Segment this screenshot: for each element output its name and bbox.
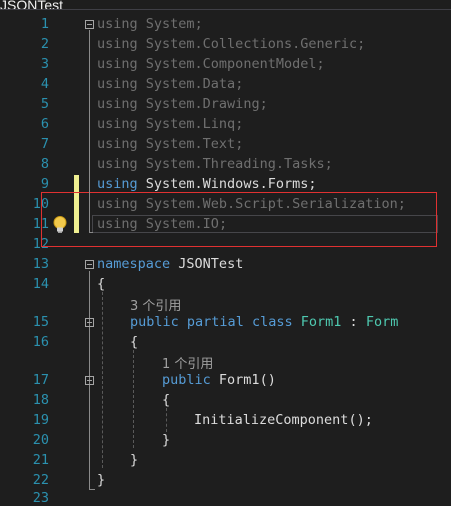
document-tab[interactable]: JSONTest xyxy=(0,0,90,9)
outline-bar xyxy=(89,387,90,445)
indent-guide xyxy=(133,350,134,448)
code-line-3[interactable]: using System.ComponentModel; xyxy=(97,56,325,72)
line-number: 21 xyxy=(32,452,49,468)
line-number: 5 xyxy=(40,96,49,112)
line-number: 22 xyxy=(32,472,49,488)
code-line-2[interactable]: using System.Collections.Generic; xyxy=(97,36,365,52)
indent-guide xyxy=(102,292,103,468)
code-line-13[interactable]: namespace JSONTest xyxy=(97,256,243,272)
line-number: 16 xyxy=(32,334,49,350)
code-line-17[interactable]: public Form1() xyxy=(162,372,276,388)
code-line-1[interactable]: using System; xyxy=(97,16,203,32)
line-number: 14 xyxy=(32,276,49,292)
line-number: 9 xyxy=(40,176,49,192)
code-line-8[interactable]: using System.Threading.Tasks; xyxy=(97,156,333,172)
line-number: 20 xyxy=(32,432,49,448)
line-number: 4 xyxy=(40,76,49,92)
line-number: 2 xyxy=(40,36,49,52)
collapse-toggle[interactable] xyxy=(85,376,94,385)
code-line-11[interactable]: using System.IO; xyxy=(97,216,227,232)
line-number: 8 xyxy=(40,156,49,172)
line-number: 3 xyxy=(40,56,49,72)
collapse-toggle[interactable] xyxy=(85,20,94,29)
code-line-19[interactable]: InitializeComponent(); xyxy=(194,412,373,428)
line-number: 1 xyxy=(40,16,49,32)
code-line-9[interactable]: using System.Windows.Forms; xyxy=(97,176,316,192)
line-number: 18 xyxy=(32,392,49,408)
line-number: 19 xyxy=(32,412,49,428)
code-line-18[interactable]: { xyxy=(162,392,170,408)
outline-bar-end xyxy=(89,232,93,233)
code-line-22[interactable]: } xyxy=(97,472,105,488)
line-number: 23 xyxy=(32,490,49,506)
code-line-20[interactable]: } xyxy=(162,432,170,448)
code-line-7[interactable]: using System.Text; xyxy=(97,136,243,152)
codelens-references[interactable]: 3 个引用 xyxy=(130,295,181,314)
collapse-toggle[interactable] xyxy=(85,260,94,269)
line-number: 17 xyxy=(32,372,49,388)
line-number: 7 xyxy=(40,136,49,152)
code-line-6[interactable]: using System.Linq; xyxy=(97,116,243,132)
outline-bar xyxy=(89,30,90,232)
line-number: 6 xyxy=(40,116,49,132)
collapse-toggle[interactable] xyxy=(85,318,94,327)
code-line-16[interactable]: { xyxy=(130,334,138,350)
line-number: 15 xyxy=(32,314,49,330)
code-line-10[interactable]: using System.Web.Script.Serialization; xyxy=(97,196,406,212)
line-number: 13 xyxy=(32,256,49,272)
code-line-5[interactable]: using System.Drawing; xyxy=(97,96,268,112)
tab-divider xyxy=(0,9,451,10)
code-editor[interactable]: JSONTest 1 2 3 4 5 6 7 8 9 10 11 12 13 1… xyxy=(0,0,451,506)
code-line-14[interactable]: { xyxy=(97,276,105,292)
code-line-4[interactable]: using System.Data; xyxy=(97,76,243,92)
code-line-21[interactable]: } xyxy=(130,452,138,468)
codelens-references[interactable]: 1 个引用 xyxy=(162,353,213,372)
indent-guide xyxy=(166,408,167,432)
code-line-15[interactable]: public partial class Form1 : Form xyxy=(130,314,398,330)
outline-bar-end xyxy=(89,489,95,490)
